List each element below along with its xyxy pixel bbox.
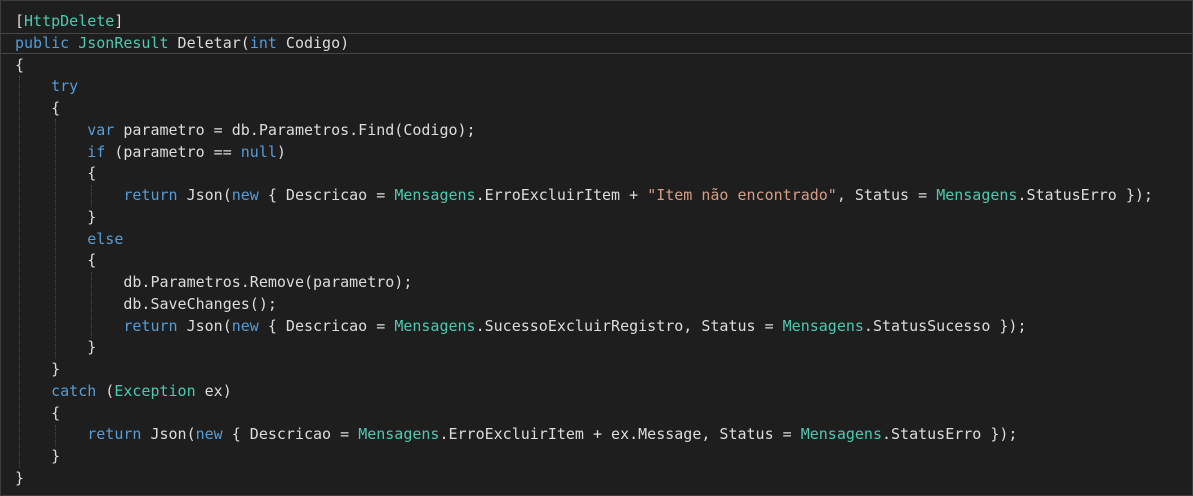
code-token: Mensagens <box>800 425 882 444</box>
code-line: } <box>15 207 1153 229</box>
code-token: HttpDelete <box>24 12 115 30</box>
code-line: try <box>15 76 1153 98</box>
code-token: } <box>15 360 61 378</box>
code-token: (parametro == <box>105 142 241 161</box>
code-token: new <box>195 425 223 444</box>
code-line: } <box>15 359 1153 381</box>
code-line: return Json(new { Descricao = Mensagens.… <box>15 424 1153 446</box>
code-token: Mensagens <box>782 316 864 335</box>
code-token: } <box>15 447 61 465</box>
code-line: var parametro = db.Parametros.Find(Codig… <box>15 120 1153 142</box>
code-token: ) <box>276 142 286 161</box>
code-token: { <box>15 251 97 270</box>
code-line: { <box>15 403 1153 425</box>
code-token: ( <box>96 381 115 400</box>
code-line: } <box>15 446 1153 468</box>
code-token: Mensagens <box>394 186 476 204</box>
code-text[interactable]: [HttpDelete] public JsonResult Deletar(in… <box>15 11 1153 490</box>
code-token: .ErroExcluirItem + ex.Message, Status = <box>439 425 801 444</box>
code-token: [ <box>15 12 25 30</box>
code-token: new <box>231 316 259 335</box>
code-token: { <box>15 164 97 183</box>
code-token: return <box>87 425 142 444</box>
code-token: Mensagens <box>358 425 440 444</box>
code-token: ex) <box>195 381 232 400</box>
code-token: , Status = <box>836 186 937 204</box>
code-token: try <box>51 77 79 96</box>
code-line: } <box>15 468 1153 490</box>
code-token: "Item não encontrado" <box>647 186 837 204</box>
code-token: Mensagens <box>936 186 1018 204</box>
code-token: Json( <box>177 186 232 204</box>
code-token: { <box>15 403 61 422</box>
code-line: { <box>15 55 1153 77</box>
code-token: Deletar( <box>168 33 250 52</box>
code-line: db.Parametros.Remove(parametro); <box>15 272 1153 294</box>
code-line: { <box>15 98 1153 120</box>
code-token: if <box>87 142 106 161</box>
code-token: Exception <box>114 381 196 400</box>
code-token: Mensagens <box>394 316 476 335</box>
code-token: JsonResult <box>78 33 169 52</box>
code-token: return <box>123 186 178 204</box>
code-token: return <box>123 316 178 335</box>
code-token: public <box>15 33 70 52</box>
code-line: if (parametro == null) <box>15 142 1153 164</box>
code-token: null <box>240 142 277 161</box>
code-token: else <box>87 229 124 248</box>
code-token: { <box>15 99 61 117</box>
code-token: { Descricao = <box>258 186 395 204</box>
code-token: .ErroExcluirItem + <box>475 186 648 204</box>
code-token: db.Parametros.Remove(parametro); <box>15 273 413 291</box>
code-line: [HttpDelete] <box>15 11 1153 33</box>
code-line: else <box>15 229 1153 251</box>
code-line: { <box>15 250 1153 272</box>
code-token: .StatusSucesso }); <box>863 316 1027 335</box>
code-line: db.SaveChanges(); <box>15 294 1153 316</box>
code-line: } <box>15 337 1153 359</box>
code-token: .StatusErro }); <box>1017 186 1153 204</box>
code-editor[interactable]: [HttpDelete] public JsonResult Deletar(in… <box>0 0 1193 496</box>
code-token: .StatusErro }); <box>881 425 1018 444</box>
code-token: int <box>249 33 277 52</box>
code-token: { <box>15 55 25 74</box>
code-token: parametro = db.Parametros.Find(Codigo); <box>114 120 476 139</box>
code-token: Codigo) <box>276 33 350 52</box>
code-token: } <box>15 207 97 226</box>
code-token: new <box>231 186 259 204</box>
code-token: Json( <box>177 316 232 335</box>
code-line: return Json(new { Descricao = Mensagens.… <box>15 316 1153 338</box>
code-token: { Descricao = <box>222 425 359 444</box>
code-token: db.SaveChanges(); <box>15 294 277 313</box>
code-line: public JsonResult Deletar(int Codigo) <box>15 33 1153 55</box>
code-token: .SucessoExcluirRegistro, Status = <box>475 316 783 335</box>
code-token: { Descricao = <box>258 316 395 335</box>
code-token: Json( <box>141 425 196 444</box>
code-token: } <box>15 338 97 357</box>
code-line: catch (Exception ex) <box>15 381 1153 403</box>
code-line: return Json(new { Descricao = Mensagens.… <box>15 185 1153 207</box>
code-token: var <box>87 120 115 139</box>
code-line: { <box>15 163 1153 185</box>
code-token: } <box>15 468 25 487</box>
code-token: catch <box>51 381 97 400</box>
code-token: ] <box>114 12 124 30</box>
